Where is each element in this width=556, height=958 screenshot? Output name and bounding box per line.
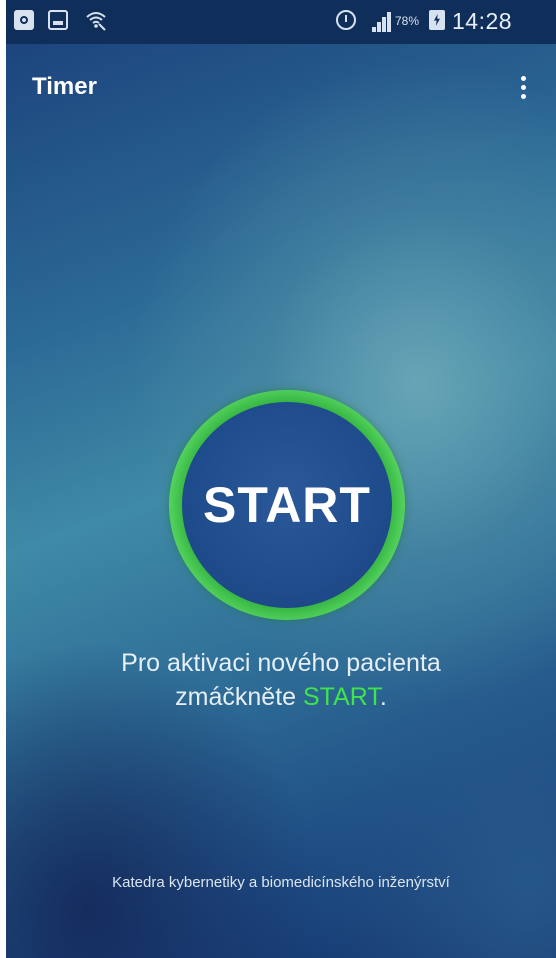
- wifi-icon: [84, 8, 108, 32]
- battery-percent: 78%: [395, 14, 420, 28]
- notification-icon: [14, 10, 34, 30]
- battery-charging-icon: [429, 10, 445, 30]
- status-bar: 78% 14:28: [6, 0, 556, 44]
- instruction-line-2: zmáčkněte START.: [6, 680, 556, 714]
- phone-screen: 78% 14:28 Timer START Pro aktivaci novéh…: [6, 0, 556, 958]
- instruction-highlight: START: [303, 683, 380, 711]
- start-button[interactable]: START: [182, 402, 392, 608]
- signal-icon: [372, 10, 392, 32]
- clock: 14:28: [452, 8, 513, 34]
- alarm-icon: [336, 10, 356, 30]
- app-title: Timer: [32, 73, 97, 100]
- more-vert-icon[interactable]: [512, 72, 536, 104]
- footer-text: Katedra kybernetiky a biomedicínského in…: [112, 874, 450, 891]
- instruction-text: Pro aktivaci nového pacienta zmáčkněte S…: [6, 646, 556, 714]
- instruction-suffix: .: [379, 683, 387, 711]
- start-button-label: START: [203, 477, 371, 533]
- instruction-prefix: zmáčkněte: [175, 683, 303, 711]
- image-icon: [48, 10, 68, 30]
- instruction-line-1: Pro aktivaci nového pacienta: [121, 649, 441, 677]
